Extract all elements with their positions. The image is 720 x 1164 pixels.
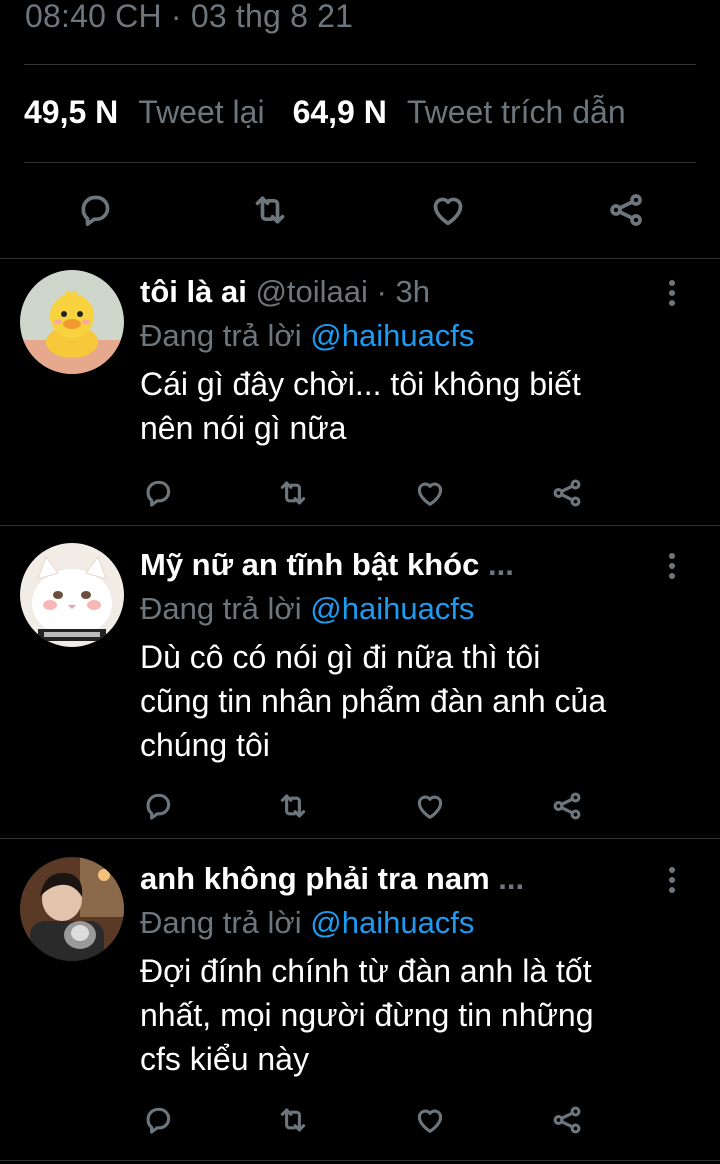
name-truncation-ellipsis: ... [498, 861, 525, 896]
reply-tweet[interactable]: tôi là ai @toilaai · 3h Đang trả lời @ha… [0, 262, 720, 524]
reply-text: Dù cô có nói gì đi nữa thì tôi cũng tin … [140, 635, 700, 767]
reply-action-bar [0, 476, 720, 512]
like-icon[interactable] [413, 1103, 447, 1137]
reply-text-line: Cái gì đây chời... tôi không biết [140, 366, 581, 402]
author-handle[interactable]: @toilaai [255, 274, 367, 309]
yellow-duck-avatar[interactable] [20, 270, 124, 374]
tweet-timestamp: 08:40 CH · 03 thg 8 21 [25, 0, 354, 34]
like-icon[interactable] [413, 476, 447, 510]
divider [0, 258, 720, 259]
reply-text-line: cfs kiểu này [140, 1041, 309, 1077]
retweets-label[interactable]: Tweet lại [138, 94, 264, 131]
divider [0, 1160, 720, 1161]
retweet-icon[interactable] [276, 1103, 310, 1137]
share-icon[interactable] [550, 789, 584, 823]
reply-icon[interactable] [141, 1103, 175, 1137]
reply-tweet[interactable]: anh không phải tra nam ... Đang trả lời … [0, 849, 720, 1149]
more-options-icon[interactable] [668, 867, 676, 895]
reply-action-bar [0, 789, 720, 825]
replying-to: Đang trả lời @haihuacfs [140, 905, 474, 941]
replying-prefix: Đang trả lời [140, 591, 302, 626]
tweet-stats: 49,5 N Tweet lại 64,9 N Tweet trích dẫn [24, 94, 626, 131]
more-options-icon[interactable] [668, 553, 676, 581]
reply-text-line: Dù cô có nói gì đi nữa thì tôi [140, 639, 541, 675]
reply-text: Đợi đính chính từ đàn anh là tốt nhất, m… [140, 949, 700, 1081]
replying-to: Đang trả lời @haihuacfs [140, 318, 474, 354]
replying-to: Đang trả lời @haihuacfs [140, 591, 474, 627]
reply-text-line: nên nói gì nữa [140, 410, 347, 446]
mention-link[interactable]: @haihuacfs [310, 905, 474, 940]
reply-text-line: chúng tôi [140, 727, 270, 763]
author-name[interactable]: tôi là ai [140, 274, 247, 309]
share-icon[interactable] [550, 476, 584, 510]
share-icon[interactable] [550, 1103, 584, 1137]
reply-text: Cái gì đây chời... tôi không biết nên nó… [140, 362, 700, 450]
share-icon[interactable] [606, 190, 646, 230]
tweet-action-bar [0, 188, 720, 232]
retweet-icon[interactable] [276, 789, 310, 823]
mention-link[interactable]: @haihuacfs [310, 591, 474, 626]
quotes-count[interactable]: 64,9 N [293, 94, 387, 131]
person-with-cat-avatar[interactable] [20, 857, 124, 961]
more-options-icon[interactable] [668, 280, 676, 308]
reply-header: anh không phải tra nam ... [140, 861, 524, 897]
reply-tweet[interactable]: Mỹ nữ an tĩnh bật khóc ... Đang trả lời … [0, 535, 720, 835]
reply-icon[interactable] [75, 190, 115, 230]
mention-link[interactable]: @haihuacfs [310, 318, 474, 353]
reply-action-bar [0, 1103, 720, 1139]
divider [24, 64, 696, 65]
divider [0, 525, 720, 526]
reply-header: Mỹ nữ an tĩnh bật khóc ... [140, 547, 514, 583]
author-name[interactable]: Mỹ nữ an tĩnh bật khóc [140, 547, 479, 582]
quotes-label[interactable]: Tweet trích dẫn [407, 94, 626, 131]
name-truncation-ellipsis: ... [487, 547, 514, 582]
separator: · [376, 274, 387, 309]
white-cat-avatar[interactable] [20, 543, 124, 647]
reply-text-line: cũng tin nhân phẩm đàn anh của [140, 683, 607, 719]
reply-text-line: Đợi đính chính từ đàn anh là tốt [140, 953, 592, 989]
author-name[interactable]: anh không phải tra nam [140, 861, 490, 896]
like-icon[interactable] [428, 190, 468, 230]
replying-prefix: Đang trả lời [140, 905, 302, 940]
reply-icon[interactable] [141, 789, 175, 823]
retweet-icon[interactable] [250, 190, 290, 230]
retweets-count[interactable]: 49,5 N [24, 94, 118, 131]
reply-time: 3h [395, 274, 430, 309]
reply-icon[interactable] [141, 476, 175, 510]
like-icon[interactable] [413, 789, 447, 823]
replying-prefix: Đang trả lời [140, 318, 302, 353]
reply-header: tôi là ai @toilaai · 3h [140, 274, 430, 310]
reply-text-line: nhất, mọi người đừng tin những [140, 997, 594, 1033]
retweet-icon[interactable] [276, 476, 310, 510]
divider [0, 838, 720, 839]
divider [24, 162, 696, 163]
